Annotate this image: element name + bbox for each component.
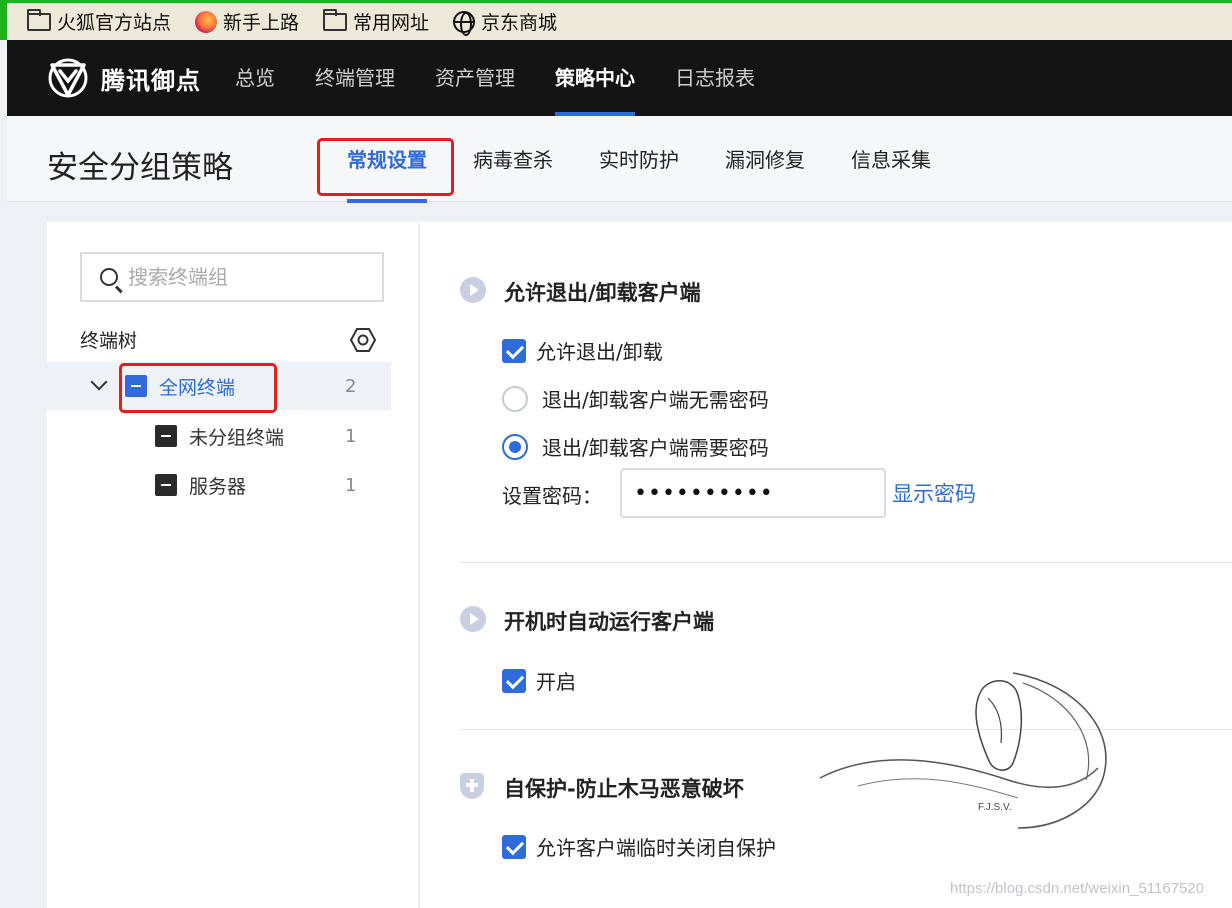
checkbox-checked[interactable] <box>502 834 526 859</box>
bookmark-firefox-official[interactable]: 火狐官方站点 <box>27 8 171 35</box>
tree-node-label: 服务器 <box>189 475 247 498</box>
autostart-label: 开启 <box>536 670 576 694</box>
tab-info-collection[interactable]: 信息采集 <box>851 116 931 202</box>
play-circle-icon <box>460 606 486 632</box>
bookmark-label: 新手上路 <box>223 12 300 34</box>
nav-overview[interactable]: 总览 <box>235 40 275 116</box>
password-label: 设置密码： <box>502 484 602 508</box>
section-autostart-title: 开机时自动运行客户端 <box>504 610 714 634</box>
terminal-tree-panel: 终端树 全网终端 2 未分组终端 1 服务器 1 <box>47 222 419 908</box>
bookmark-label: 火狐官方站点 <box>57 12 172 34</box>
selfprotect-label: 允许客户端临时关闭自保护 <box>536 836 776 860</box>
radio-selected[interactable] <box>502 433 528 460</box>
nav-terminal-management[interactable]: 终端管理 <box>315 40 395 116</box>
tree-node-count: 2 <box>345 375 357 397</box>
tab-virus-scan[interactable]: 病毒查杀 <box>473 116 553 202</box>
tab-realtime-protection[interactable]: 实时防护 <box>599 116 679 202</box>
chevron-down-icon[interactable] <box>90 373 108 391</box>
search-input[interactable] <box>128 265 368 289</box>
tree-label: 终端树 <box>80 330 138 352</box>
autostart-checkbox[interactable]: 开启 <box>502 666 576 695</box>
folder-icon <box>323 8 348 31</box>
shield-plus-icon <box>460 773 484 799</box>
section-selfprotect-title: 自保护-防止木马恶意破坏 <box>504 777 744 801</box>
no-password-radio[interactable]: 退出/卸载客户端无需密码 <box>502 384 769 413</box>
search-box <box>80 252 384 302</box>
nav-log-reports[interactable]: 日志报表 <box>675 40 755 116</box>
annotation-highlight-tab <box>317 138 454 196</box>
tab-vulnerability-fix[interactable]: 漏洞修复 <box>725 116 805 202</box>
watermark-initials: F.J.S.V. <box>978 802 1012 813</box>
globe-icon <box>453 10 476 36</box>
no-password-label: 退出/卸载客户端无需密码 <box>542 388 769 412</box>
tencent-shield-logo-icon <box>48 58 88 98</box>
group-icon <box>155 474 177 496</box>
tree-node-servers[interactable]: 服务器 1 <box>47 461 391 509</box>
annotation-highlight-node <box>119 363 277 413</box>
tree-node-count: 1 <box>345 425 357 447</box>
checkbox-checked[interactable] <box>502 338 526 363</box>
top-nav: 腾讯御点 总览 终端管理 资产管理 策略中心 日志报表 <box>7 40 1232 116</box>
nav-asset-management[interactable]: 资产管理 <box>435 40 515 116</box>
section-uninstall-title: 允许退出/卸载客户端 <box>504 281 701 305</box>
folder-icon <box>27 8 51 31</box>
tree-node-count: 1 <box>345 474 357 496</box>
bookmark-common-sites[interactable]: 常用网址 <box>323 8 429 35</box>
show-password-link[interactable]: 显示密码 <box>892 478 976 508</box>
bookmark-getting-started[interactable]: 新手上路 <box>195 8 299 35</box>
tree-node-ungrouped[interactable]: 未分组终端 1 <box>47 412 391 460</box>
page-title: 安全分组策略 <box>47 150 233 186</box>
horse-logo-watermark: F.J.S.V. <box>819 672 1107 829</box>
selfprotect-checkbox[interactable]: 允许客户端临时关闭自保护 <box>502 832 776 861</box>
bookmark-jd-mall[interactable]: 京东商城 <box>453 8 558 36</box>
section-divider <box>460 562 1232 563</box>
search-icon <box>100 268 118 286</box>
tree-node-label: 未分组终端 <box>189 426 285 449</box>
hexagon-settings-icon[interactable] <box>349 326 377 354</box>
bookmark-label: 京东商城 <box>481 12 558 34</box>
brand[interactable]: 腾讯御点 <box>47 57 201 99</box>
page-header: 安全分组策略 常规设置 病毒查杀 实时防护 漏洞修复 信息采集 <box>7 116 1232 203</box>
brand-name: 腾讯御点 <box>101 66 201 95</box>
bookmark-label: 常用网址 <box>353 12 430 34</box>
checkbox-checked[interactable] <box>502 668 526 693</box>
need-password-radio[interactable]: 退出/卸载客户端需要密码 <box>502 432 769 461</box>
nav-policy-center[interactable]: 策略中心 <box>555 40 635 116</box>
bookmarks-bar: 火狐官方站点 新手上路 常用网址 京东商城 <box>0 0 1232 40</box>
watermark-url: https://blog.csdn.net/weixin_51167520 <box>950 880 1205 897</box>
radio-unselected[interactable] <box>502 385 528 412</box>
need-password-label: 退出/卸载客户端需要密码 <box>542 436 769 460</box>
allow-uninstall-checkbox[interactable]: 允许退出/卸载 <box>502 336 663 365</box>
allow-uninstall-label: 允许退出/卸载 <box>536 340 663 364</box>
group-icon <box>155 425 177 447</box>
play-circle-icon <box>460 277 486 303</box>
password-field[interactable] <box>620 468 886 518</box>
firefox-icon <box>195 10 218 33</box>
